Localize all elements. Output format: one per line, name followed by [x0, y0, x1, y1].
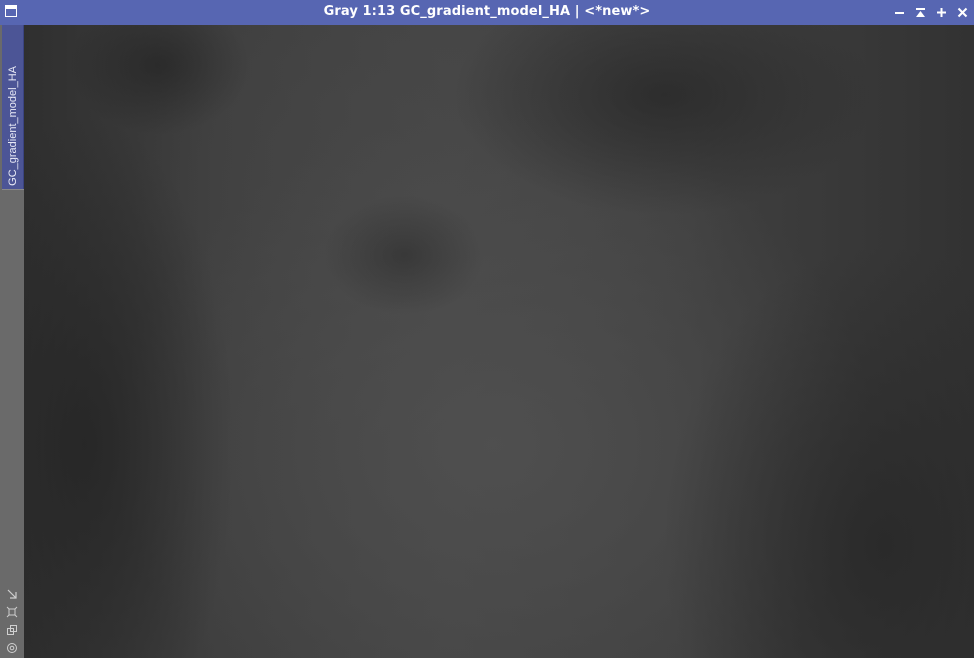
shade-button[interactable]	[913, 4, 928, 21]
clone-icon[interactable]	[6, 624, 18, 636]
window-controls	[892, 4, 970, 21]
window-title: Gray 1:13 GC_gradient_model_HA | <*new*>	[323, 4, 651, 19]
maximize-icon	[937, 8, 946, 17]
fit-view-icon[interactable]	[6, 606, 18, 618]
view-tab[interactable]: GC_gradient_model_HA	[2, 25, 24, 189]
shade-icon	[916, 8, 925, 17]
sidebar-divider	[2, 189, 24, 190]
maximize-button[interactable]	[934, 4, 949, 21]
image-window: Gray 1:13 GC_gradient_model_HA | <*new*>	[0, 0, 974, 658]
minimize-icon	[895, 12, 904, 14]
resize-corner-icon[interactable]	[6, 588, 18, 600]
close-button[interactable]	[955, 4, 970, 21]
sidebar-tools	[0, 588, 24, 654]
view-tab-label: GC_gradient_model_HA	[6, 66, 19, 186]
close-icon	[957, 7, 968, 18]
target-icon[interactable]	[6, 642, 18, 654]
title-bar[interactable]: Gray 1:13 GC_gradient_model_HA | <*new*>	[0, 0, 974, 25]
minimize-button[interactable]	[892, 4, 907, 21]
view-sidebar: GC_gradient_model_HA	[0, 25, 24, 658]
image-canvas[interactable]	[24, 25, 974, 658]
